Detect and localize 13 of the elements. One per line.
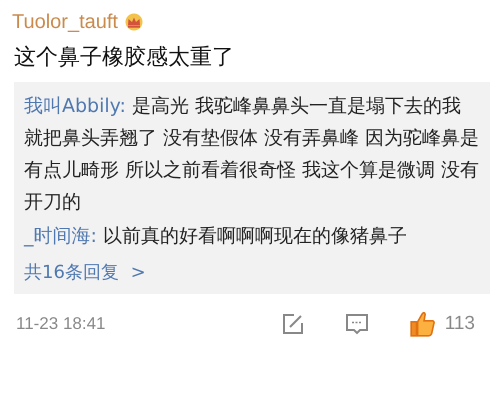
share-icon[interactable] (280, 312, 305, 336)
more-replies-link[interactable]: 共16条回复 > (24, 258, 146, 288)
reply-author[interactable]: 我叫Abbily: (24, 95, 126, 117)
reply-text: _时间海: 以前真的好看啊啊啊现在的像猪鼻子 (24, 224, 408, 249)
thumbs-up-icon[interactable] (408, 310, 437, 338)
timestamp: 11-23 18:41 (16, 314, 106, 334)
like-count: 113 (444, 313, 475, 335)
reply-author[interactable]: _时间海: (24, 225, 97, 247)
username[interactable]: Tuolor_tauft (12, 10, 118, 34)
comment-text: 这个鼻子橡胶感太重了 (14, 44, 235, 72)
crown-icon (124, 13, 144, 31)
comment-icon[interactable] (344, 312, 369, 336)
reply-text: 我叫Abbily: 是高光 我驼峰鼻鼻头一直是塌下去的我就把鼻头弄翘了 没有垫假体 没有弄鼻峰 因为驼峰鼻是有点儿畸形 所以之前看着很奇怪 我这个算是微调 没有开刀的 (24, 94, 480, 215)
